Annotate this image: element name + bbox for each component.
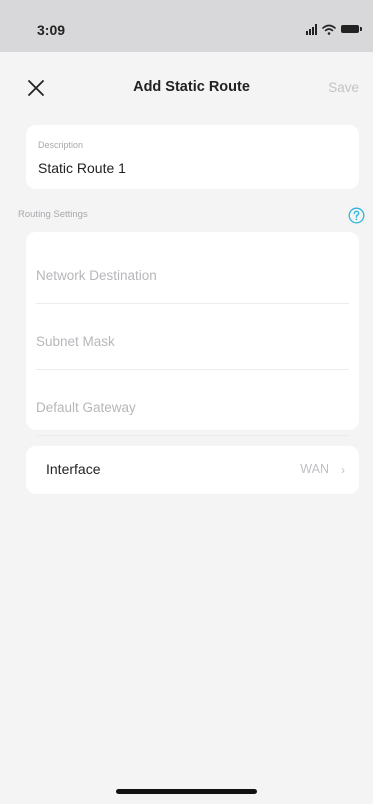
wifi-icon [322, 24, 336, 35]
interface-value: WAN [300, 462, 329, 476]
subnet-mask-input[interactable] [36, 334, 349, 349]
signal-icon [306, 23, 317, 35]
description-label: Description [38, 140, 84, 150]
status-icons [306, 22, 362, 36]
field-divider [36, 369, 349, 370]
status-bar: 3:09 [0, 0, 373, 52]
routing-settings-header: Routing Settings [18, 207, 365, 225]
interface-row[interactable]: Interface WAN › [26, 446, 359, 494]
status-time: 3:09 [37, 22, 66, 38]
page-title: Add Static Route [133, 79, 250, 95]
network-destination-field [36, 246, 349, 312]
help-button[interactable] [348, 207, 365, 224]
interface-label: Interface [46, 461, 101, 477]
field-divider [36, 303, 349, 304]
save-button[interactable]: Save [328, 80, 359, 95]
description-card[interactable]: Description Static Route 1 [26, 125, 359, 189]
home-indicator[interactable] [116, 789, 257, 794]
subnet-mask-field [36, 312, 349, 378]
help-icon [348, 207, 365, 224]
battery-icon [341, 25, 362, 33]
default-gateway-input[interactable] [36, 400, 349, 415]
routing-settings-card [26, 232, 359, 436]
description-value[interactable]: Static Route 1 [38, 160, 126, 176]
screen: 3:09 Add Static Route Save Description S… [0, 0, 373, 804]
chevron-right-icon: › [341, 463, 345, 477]
add-static-route-sheet: Add Static Route Save Description Static… [10, 60, 373, 804]
routing-settings-title: Routing Settings [18, 209, 88, 220]
default-gateway-field [36, 378, 349, 444]
nav-bar: Add Static Route Save [10, 60, 373, 116]
network-destination-input[interactable] [36, 268, 349, 283]
field-divider [36, 435, 349, 436]
